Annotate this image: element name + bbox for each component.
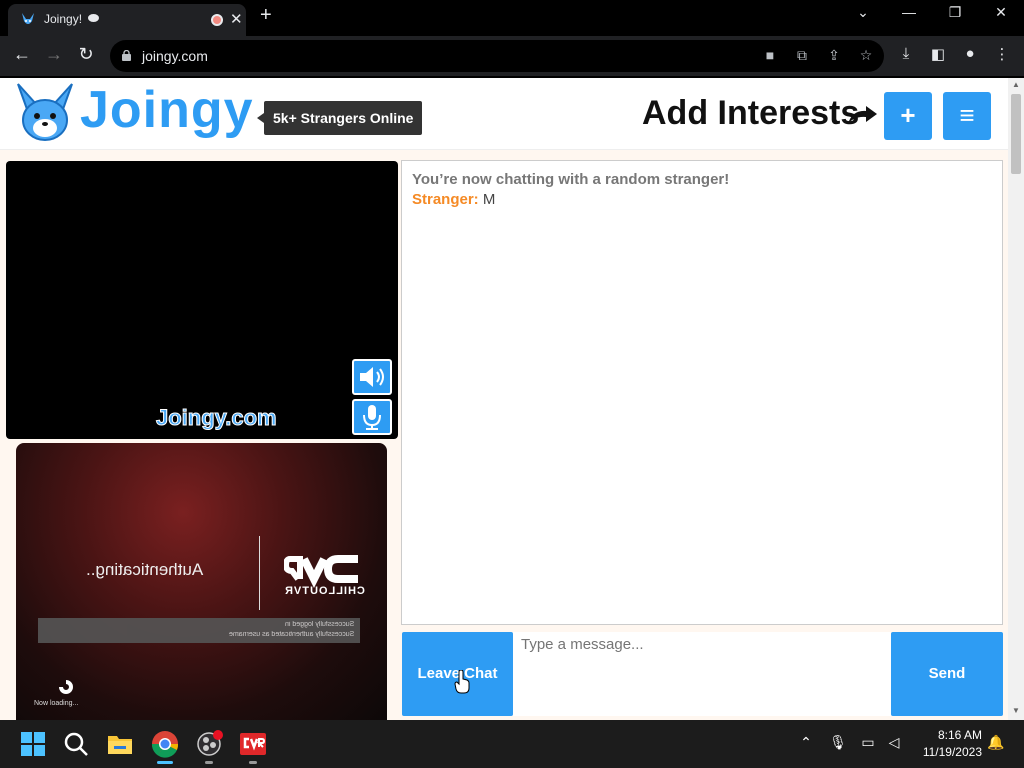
bunny-mascot-icon[interactable] (14, 82, 76, 144)
auth-log-line: Successfully authenticated as username (228, 631, 354, 638)
reload-icon[interactable]: ↻ (74, 44, 98, 65)
speaker-icon (360, 367, 384, 387)
message-input[interactable] (513, 632, 891, 716)
authenticating-text: Authenticating.. (86, 560, 204, 579)
curved-arrow-icon (848, 106, 877, 124)
joingy-watermark: Joingy.com (156, 405, 278, 431)
overlay-divider (259, 536, 260, 610)
send-button[interactable]: Send (891, 632, 1003, 716)
network-icon[interactable]: ▭ (858, 734, 878, 751)
site-logo[interactable]: Joingy (80, 80, 254, 140)
chat-message: Stranger: M (412, 191, 495, 208)
speech-bubble-icon (88, 14, 99, 22)
browser-tab-strip: Joingy! ✕ + ⌄ — ❐ ✕ (0, 0, 1024, 36)
joingy-favicon-icon (22, 13, 34, 24)
login-log-line: Successfully logged in (284, 621, 354, 628)
more-menu-icon[interactable]: ⋮ (992, 45, 1012, 63)
close-window-icon[interactable]: ✕ (986, 4, 1016, 21)
recording-icon (211, 14, 223, 26)
page-scrollbar[interactable]: ▲ ▼ (1008, 78, 1024, 720)
add-interest-button[interactable]: + (884, 92, 932, 140)
volume-button[interactable] (352, 359, 392, 395)
message-text: M (478, 191, 496, 208)
chrome-icon[interactable] (149, 728, 181, 760)
clock-time[interactable]: 8:16 AM (920, 728, 982, 742)
download-icon[interactable]: ⤓ (896, 45, 916, 62)
forward-icon[interactable]: → (42, 44, 66, 65)
browser-tab[interactable]: Joingy! ✕ (8, 4, 246, 36)
web-page: Joingy 5k+ Strangers Online Add Interest… (0, 78, 1008, 720)
login-status-panel: Successfully logged in Successfully auth… (38, 618, 360, 643)
microphone-tray-icon[interactable]: 🎙 (828, 734, 848, 751)
scroll-down-icon[interactable]: ▼ (1012, 706, 1020, 715)
now-loading-text: Now loading... (34, 700, 79, 707)
restore-icon[interactable]: ❐ (940, 4, 970, 21)
tab-title: Joingy! (44, 12, 83, 26)
bookmark-star-icon[interactable]: ☆ (856, 47, 876, 64)
microphone-icon (363, 405, 381, 430)
open-app-indicator (205, 761, 213, 764)
scroll-up-icon[interactable]: ▲ (1012, 80, 1020, 89)
open-in-window-icon[interactable]: ⧉ (792, 47, 812, 64)
notification-bell-icon[interactable]: 🔔 (986, 734, 1006, 751)
show-hidden-icons-icon[interactable]: ⌃ (796, 734, 816, 751)
profile-icon[interactable]: ● (960, 45, 980, 62)
microphone-button[interactable] (352, 399, 392, 435)
chat-log: You’re now chatting with a random strang… (401, 160, 1003, 625)
windows-taskbar: ⌃ 🎙 ▭ ◁ 8:16 AM 11/19/2023 🔔 (0, 720, 1024, 768)
scroll-thumb[interactable] (1011, 94, 1021, 174)
camera-icon[interactable]: ■ (760, 47, 780, 63)
add-interests-title: Add Interests (642, 94, 860, 132)
local-video: Joingy.com (6, 161, 398, 439)
browser-toolbar: ← → ↻ joingy.com ■ ⧉ ⇪ ☆ ⤓ ◧ ● ⋮ (0, 36, 1024, 76)
share-icon[interactable]: ⇪ (824, 47, 844, 64)
screen: Joingy! ✕ + ⌄ — ❐ ✕ ← → ↻ joingy.com ■ ⧉… (0, 0, 1024, 768)
chilloutvr-brand-text: CHILLOUTVR (284, 585, 365, 597)
volume-tray-icon[interactable]: ◁ (884, 734, 904, 751)
lock-icon (122, 50, 131, 61)
tab-search-icon[interactable]: ⌄ (848, 4, 878, 21)
chat-status-message: You’re now chatting with a random strang… (412, 171, 730, 188)
obs-icon[interactable] (193, 728, 225, 760)
minimize-icon[interactable]: — (894, 4, 924, 20)
close-tab-icon[interactable]: ✕ (230, 10, 243, 28)
site-header: Joingy 5k+ Strangers Online Add Interest… (0, 78, 1008, 150)
file-explorer-icon[interactable] (104, 728, 136, 760)
loading-spinner-icon (59, 680, 73, 694)
side-panel-icon[interactable]: ◧ (928, 45, 948, 63)
stranger-video: CHILLOUTVR Authenticating.. Successfully… (16, 443, 387, 720)
online-count-badge: 5k+ Strangers Online (256, 101, 423, 135)
message-speaker: Stranger: (412, 191, 479, 208)
clock-date[interactable]: 11/19/2023 (910, 745, 982, 759)
menu-button[interactable]: ≡ (943, 92, 991, 140)
search-icon[interactable] (60, 728, 92, 760)
chilloutvr-app-icon[interactable] (237, 728, 269, 760)
open-app-indicator (249, 761, 257, 764)
windows-start-icon[interactable] (17, 728, 49, 760)
active-app-indicator (157, 761, 173, 764)
new-tab-button[interactable]: + (260, 4, 272, 27)
hand-cursor-icon (454, 670, 470, 694)
url-text: joingy.com (142, 48, 208, 64)
address-bar[interactable]: joingy.com ■ ⧉ ⇪ ☆ (110, 40, 884, 72)
back-icon[interactable]: ← (10, 44, 34, 65)
